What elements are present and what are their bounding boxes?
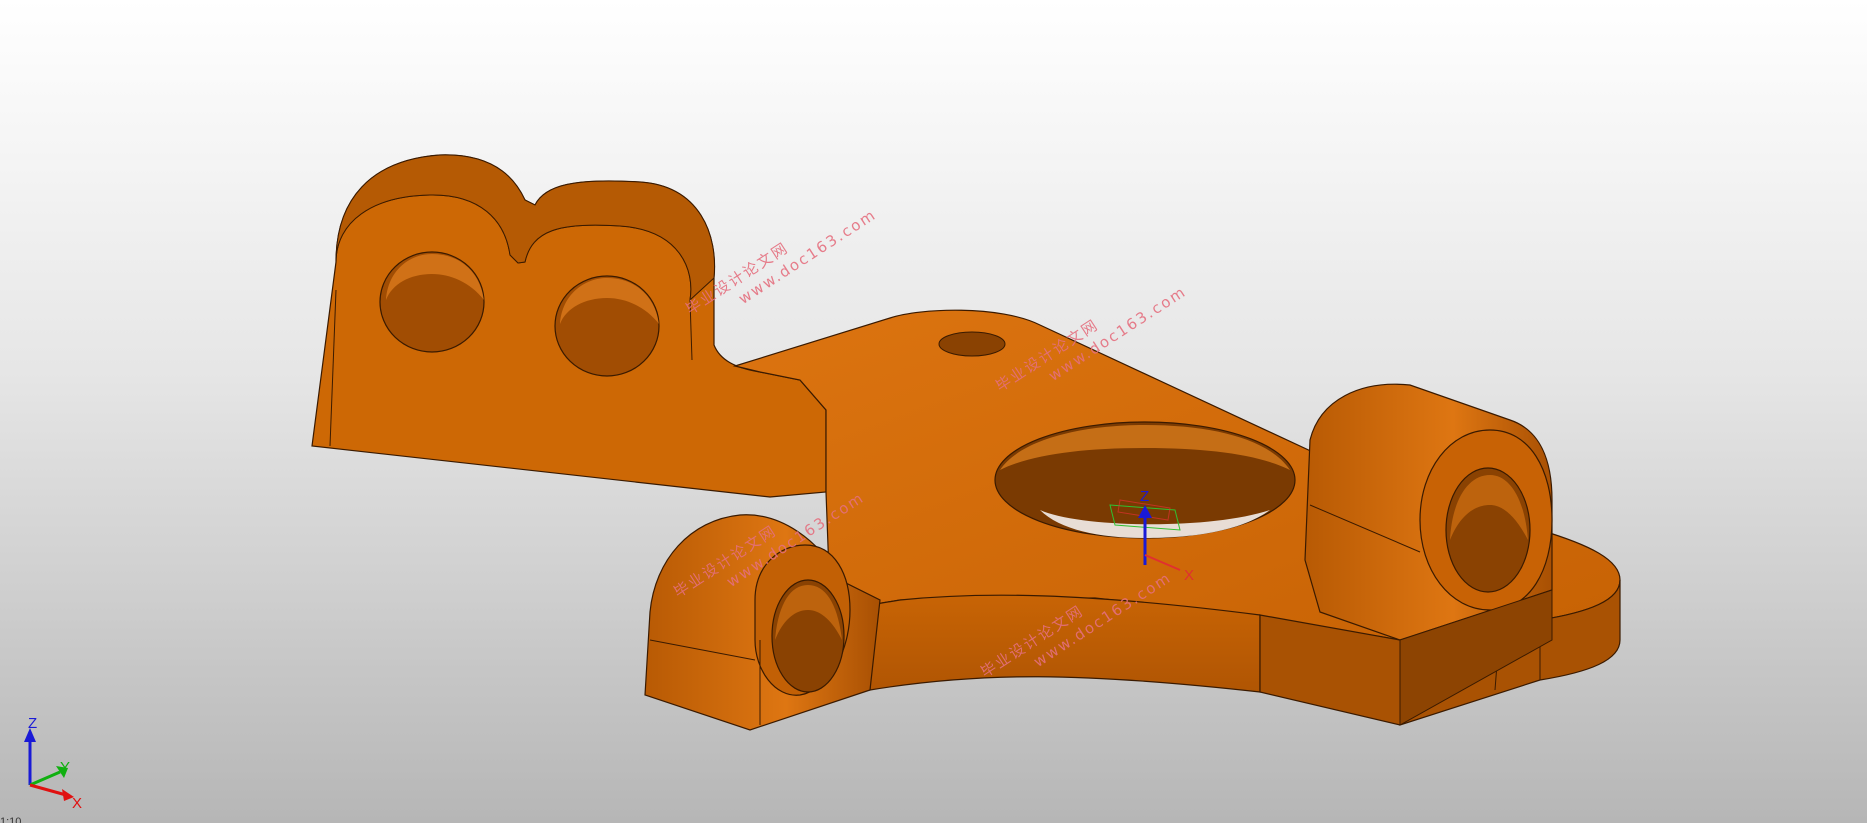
view-triad[interactable]: Z Y X (24, 715, 82, 812)
3d-viewport[interactable]: 毕业设计论文网 www.doc163.com 毕业设计论文网 www.doc16… (0, 0, 1867, 823)
model-view[interactable]: 毕业设计论文网 www.doc163.com 毕业设计论文网 www.doc16… (0, 0, 1867, 823)
triad-x-axis (29, 783, 67, 797)
left-lug-plate[interactable] (311, 154, 827, 498)
triad-y-axis (29, 770, 61, 787)
origin-x-label: X (1184, 567, 1194, 584)
triad-z-label: Z (28, 715, 37, 732)
origin-z-label: Z (1140, 488, 1149, 505)
triad-x-label: X (72, 795, 82, 812)
small-top-hole (938, 331, 1006, 357)
scale-readout: 1:10 (0, 817, 22, 823)
triad-y-label: Y (60, 759, 70, 776)
